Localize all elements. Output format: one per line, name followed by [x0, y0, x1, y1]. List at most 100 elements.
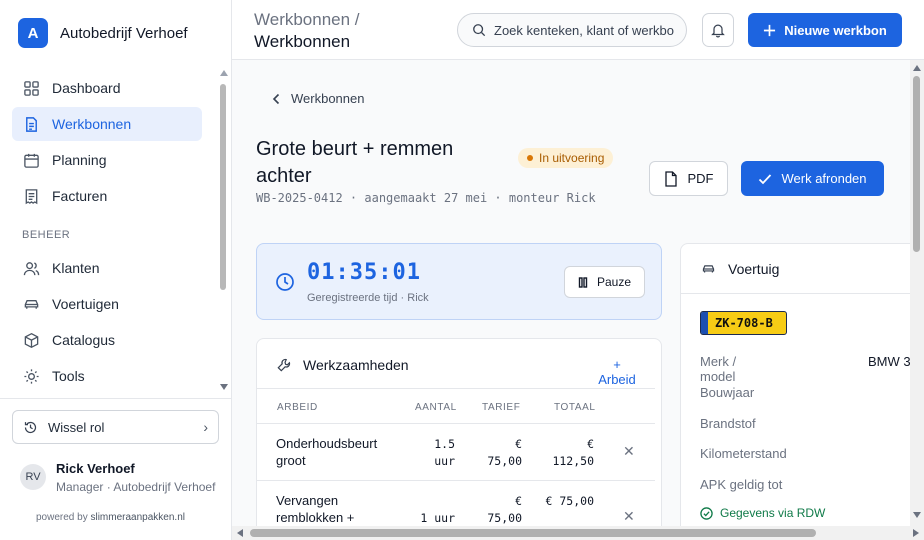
- finish-work-label: Werk afronden: [781, 171, 867, 186]
- main-vertical-scrollbar[interactable]: [910, 60, 924, 526]
- main-scroll-down[interactable]: [913, 512, 921, 518]
- plate-text: ZK-708-B: [715, 316, 773, 330]
- search-input[interactable]: [494, 22, 674, 38]
- sidebar-scroll-down[interactable]: [220, 384, 228, 390]
- sidebar-scrollbar[interactable]: [218, 70, 228, 394]
- new-workorder-label: Nieuwe werkbon: [784, 22, 887, 38]
- sidebar-scroll-thumb[interactable]: [220, 84, 226, 290]
- pause-icon: [578, 276, 588, 288]
- back-label: Werkbonnen: [291, 91, 365, 106]
- spec-label-apk: APK geldig tot: [700, 477, 783, 492]
- receipt-icon: [25, 188, 38, 204]
- timer-value: 01:35:01: [307, 260, 421, 285]
- powered-prefix: powered by: [36, 512, 88, 523]
- breadcrumb: Werkbonnen / Werkbonnen: [254, 9, 360, 53]
- sidebar-item-werkbonnen[interactable]: Werkbonnen: [12, 107, 202, 141]
- check-icon: [759, 173, 772, 184]
- pause-button[interactable]: Pauze: [564, 266, 645, 298]
- notifications-button[interactable]: [702, 13, 734, 47]
- back-link[interactable]: Werkbonnen: [272, 91, 364, 106]
- main-scroll-up[interactable]: [913, 65, 921, 71]
- main-horizontal-scrollbar[interactable]: [232, 526, 924, 540]
- page-title: Grote beurt + remmen achter: [256, 138, 454, 187]
- timer-card: 01:35:01 Geregistreerde tijd · Rick Pauz…: [256, 243, 662, 320]
- spec-value-merk-model: BMW 3: [868, 354, 910, 369]
- main-scroll-left[interactable]: [237, 529, 243, 537]
- cell-totaal: € 75,00: [545, 494, 594, 508]
- powered-brand-link[interactable]: slimmeraanpakken.nl: [90, 512, 185, 523]
- vehicle-card-divider: [681, 293, 910, 294]
- delete-row-icon[interactable]: ✕: [623, 443, 635, 460]
- vehicle-card-title: Voertuig: [728, 261, 780, 277]
- column-header-aantal: AANTAL: [415, 402, 457, 413]
- sidebar-item-label: Dashboard: [52, 80, 121, 96]
- rdw-source: Gegevens via RDW: [700, 506, 825, 520]
- file-icon: [664, 170, 677, 187]
- sidebar-item-label: Voertuigen: [52, 296, 119, 312]
- table-row: Onderhoudsbeurt groot 1.5 uur € 75,00 € …: [257, 424, 655, 481]
- spec-label-merk-model: Merk / model: [700, 354, 737, 384]
- user-name: Rick Verhoef: [56, 461, 135, 476]
- brand[interactable]: A Autobedrijf Verhoef: [18, 18, 188, 48]
- sun-icon: [24, 368, 39, 384]
- switch-role-button[interactable]: Wissel rol ›: [12, 410, 219, 444]
- main-content: Werkbonnen Grote beurt + remmen achter I…: [232, 60, 910, 526]
- finish-work-button[interactable]: Werk afronden: [741, 161, 884, 196]
- sidebar-item-klanten[interactable]: Klanten: [12, 251, 202, 285]
- sidebar-item-planning[interactable]: Planning: [12, 143, 202, 177]
- brand-name: Autobedrijf Verhoef: [60, 24, 188, 42]
- add-labor-button[interactable]: + Arbeid: [593, 357, 641, 387]
- calendar-icon: [24, 153, 39, 168]
- sidebar-item-label: Catalogus: [52, 332, 116, 348]
- clock-icon: [276, 273, 294, 291]
- main-horizontal-scroll-thumb[interactable]: [250, 529, 816, 537]
- work-card-header: Werkzaamheden: [277, 357, 409, 373]
- status-badge: In uitvoering: [518, 148, 614, 168]
- history-icon: [24, 421, 37, 433]
- breadcrumb-parent[interactable]: Werkbonnen /: [254, 9, 360, 31]
- sidebar-item-voertuigen[interactable]: Voertuigen: [12, 287, 202, 321]
- plate-eu-band: [701, 312, 708, 334]
- pause-label: Pauze: [596, 275, 632, 289]
- cell-aantal: 1.5 uur: [434, 437, 455, 468]
- search-box[interactable]: [457, 13, 687, 47]
- delete-row-icon[interactable]: ✕: [623, 508, 635, 525]
- spec-label-bouwjaar: Bouwjaar: [700, 385, 755, 400]
- cell-arbeid: Vervangen remblokken +: [276, 493, 355, 525]
- chevron-left-icon: [272, 93, 280, 104]
- vehicle-card-header: Voertuig: [701, 261, 779, 277]
- rdw-label: Gegevens via RDW: [720, 506, 826, 520]
- sidebar-item-label: Werkbonnen: [52, 116, 132, 132]
- chevron-right-icon: ›: [203, 419, 208, 435]
- dashboard-icon: [24, 80, 39, 96]
- sidebar-item-facturen[interactable]: Facturen: [12, 179, 202, 213]
- column-header-tarief: TARIEF: [482, 402, 521, 413]
- vehicle-card: Voertuig ZK-708-B Merk / model BMW 3 Bou…: [680, 243, 910, 526]
- pdf-button[interactable]: PDF: [649, 161, 728, 196]
- breadcrumb-current: Werkbonnen: [254, 32, 351, 51]
- column-header-arbeid: ARBEID: [277, 402, 318, 413]
- cell-totaal: € 112,50: [552, 437, 594, 468]
- sidebar-item-catalogus[interactable]: Catalogus: [12, 323, 202, 357]
- car-icon: [24, 299, 39, 309]
- user-role: Manager · Autobedrijf Verhoef: [56, 480, 216, 494]
- license-plate: ZK-708-B: [700, 311, 787, 335]
- main-vertical-scroll-thumb[interactable]: [913, 76, 920, 252]
- car-icon: [702, 265, 715, 273]
- box-icon: [24, 332, 39, 348]
- table-header: ARBEID AANTAL TARIEF TOTAAL: [257, 388, 655, 424]
- table-row: Vervangen remblokken + 1 uur € 75,00 € 7…: [257, 481, 655, 526]
- main-scroll-right[interactable]: [913, 529, 919, 537]
- sidebar-item-tools[interactable]: Tools: [12, 359, 202, 393]
- check-circle-icon: [700, 506, 713, 520]
- user-profile[interactable]: RV Rick Verhoef Manager · Autobedrijf Ve…: [20, 461, 215, 494]
- sidebar-item-dashboard[interactable]: Dashboard: [12, 71, 202, 105]
- document-icon: [26, 116, 37, 132]
- new-workorder-button[interactable]: Nieuwe werkbon: [748, 13, 902, 47]
- column-header-totaal: TOTAAL: [554, 402, 596, 413]
- plus-icon: [764, 24, 776, 36]
- workorder-meta: WB-2025-0412 · aangemaakt 27 mei · monte…: [256, 191, 596, 205]
- sidebar-item-label: Facturen: [52, 188, 108, 204]
- powered-by: powered by slimmeraanpakken.nl: [36, 512, 185, 523]
- spec-label-brandstof: Brandstof: [700, 416, 756, 431]
